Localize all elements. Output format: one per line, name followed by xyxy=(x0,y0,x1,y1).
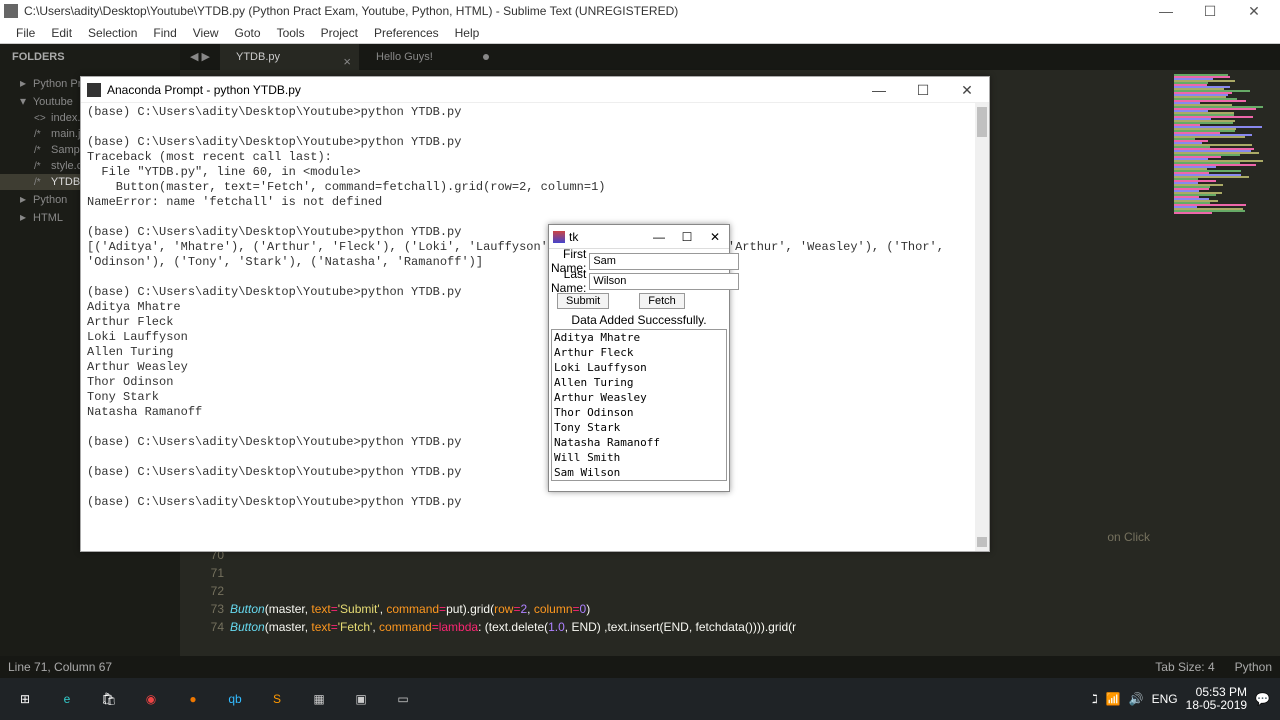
submit-button[interactable]: Submit xyxy=(557,293,609,309)
tk-title-bar[interactable]: tk — ☐ ✕ xyxy=(549,225,729,249)
menu-selection[interactable]: Selection xyxy=(80,26,145,40)
notification-icon[interactable]: 💬 xyxy=(1255,692,1270,706)
prompt-title: Anaconda Prompt - python YTDB.py xyxy=(107,83,301,97)
last-name-input[interactable] xyxy=(589,273,739,290)
prompt-icon xyxy=(87,83,101,97)
tab-ytdb-py[interactable]: YTDB.py× xyxy=(220,44,360,70)
menu-tools[interactable]: Tools xyxy=(269,26,313,40)
last-name-label: Last Name: xyxy=(551,267,589,295)
first-name-input[interactable] xyxy=(589,253,739,270)
sublime-title-bar: C:\Users\adity\Desktop\Youtube\YTDB.py (… xyxy=(0,0,1280,22)
taskbar-cmd[interactable]: ▣ xyxy=(340,678,382,720)
prompt-title-bar[interactable]: Anaconda Prompt - python YTDB.py — ☐ ✕ xyxy=(81,77,989,103)
folders-header: FOLDERS xyxy=(0,44,180,70)
partial-comment: on Click xyxy=(1107,528,1150,546)
anaconda-prompt-window[interactable]: Anaconda Prompt - python YTDB.py — ☐ ✕ (… xyxy=(80,76,990,552)
menu-view[interactable]: View xyxy=(185,26,227,40)
tk-window[interactable]: tk — ☐ ✕ First Name: Last Name: Submit F… xyxy=(548,224,730,492)
taskbar: ⊞e🛍◉●qbS▦▣▭ ℷ 📶 🔊 ENG 05:53 PM 18-05-201… xyxy=(0,678,1280,720)
tk-body: First Name: Last Name: Submit Fetch Data… xyxy=(549,249,729,483)
tk-close[interactable]: ✕ xyxy=(701,225,729,249)
tab-hello-guys-[interactable]: Hello Guys! xyxy=(360,44,500,70)
minimap[interactable] xyxy=(1170,70,1280,656)
taskbar-start[interactable]: ⊞ xyxy=(4,678,46,720)
menu-edit[interactable]: Edit xyxy=(43,26,80,40)
window-title: C:\Users\adity\Desktop\Youtube\YTDB.py (… xyxy=(24,4,678,18)
dirty-dot-icon xyxy=(483,54,489,60)
menu-help[interactable]: Help xyxy=(447,26,488,40)
fetch-button[interactable]: Fetch xyxy=(639,293,685,309)
tray-up-icon[interactable]: ℷ xyxy=(1092,692,1098,706)
taskbar-store[interactable]: 🛍 xyxy=(88,678,130,720)
taskbar-chrome[interactable]: ◉ xyxy=(130,678,172,720)
tk-maximize[interactable]: ☐ xyxy=(673,225,701,249)
tk-status: Data Added Successfully. xyxy=(551,311,727,329)
menu-file[interactable]: File xyxy=(8,26,43,40)
tk-text-area[interactable]: Aditya Mhatre Arthur Fleck Loki Lauffyso… xyxy=(551,329,727,481)
minimize-button[interactable]: — xyxy=(1144,0,1188,22)
tab-strip: FOLDERS ◀ ▶ YTDB.py×Hello Guys! xyxy=(0,44,1280,70)
tk-icon xyxy=(553,231,565,243)
maximize-button[interactable]: ☐ xyxy=(1188,0,1232,22)
prompt-minimize[interactable]: — xyxy=(857,77,901,103)
menu-goto[interactable]: Goto xyxy=(227,26,269,40)
tk-title: tk xyxy=(569,230,578,244)
status-bar: Line 71, Column 67 Tab Size: 4 Python xyxy=(0,656,1280,678)
volume-icon[interactable]: 🔊 xyxy=(1129,692,1144,706)
taskbar-notepad[interactable]: ▭ xyxy=(382,678,424,720)
taskbar-edge[interactable]: e xyxy=(46,678,88,720)
prompt-close[interactable]: ✕ xyxy=(945,77,989,103)
clock[interactable]: 05:53 PM 18-05-2019 xyxy=(1186,686,1247,712)
tab-size[interactable]: Tab Size: 4 xyxy=(1155,660,1214,674)
prompt-maximize[interactable]: ☐ xyxy=(901,77,945,103)
prompt-body[interactable]: (base) C:\Users\adity\Desktop\Youtube>py… xyxy=(81,103,975,551)
sublime-icon xyxy=(4,4,18,18)
menu-bar: FileEditSelectionFindViewGotoToolsProjec… xyxy=(0,22,1280,44)
taskbar-qbit[interactable]: qb xyxy=(214,678,256,720)
menu-project[interactable]: Project xyxy=(313,26,366,40)
taskbar-sublime[interactable]: S xyxy=(256,678,298,720)
syntax[interactable]: Python xyxy=(1235,660,1272,674)
tk-minimize[interactable]: — xyxy=(645,225,673,249)
taskbar-db[interactable]: ▦ xyxy=(298,678,340,720)
menu-find[interactable]: Find xyxy=(145,26,184,40)
system-tray: ℷ 📶 🔊 ENG 05:53 PM 18-05-2019 💬 xyxy=(1092,686,1276,712)
close-button[interactable]: ✕ xyxy=(1232,0,1276,22)
prompt-scrollbar[interactable] xyxy=(975,103,989,551)
taskbar-firefox[interactable]: ● xyxy=(172,678,214,720)
cursor-pos: Line 71, Column 67 xyxy=(8,660,112,674)
wifi-icon[interactable]: 📶 xyxy=(1106,692,1121,706)
tab-nav-arrows[interactable]: ◀ ▶ xyxy=(180,44,220,70)
language[interactable]: ENG xyxy=(1152,692,1178,706)
menu-preferences[interactable]: Preferences xyxy=(366,26,447,40)
